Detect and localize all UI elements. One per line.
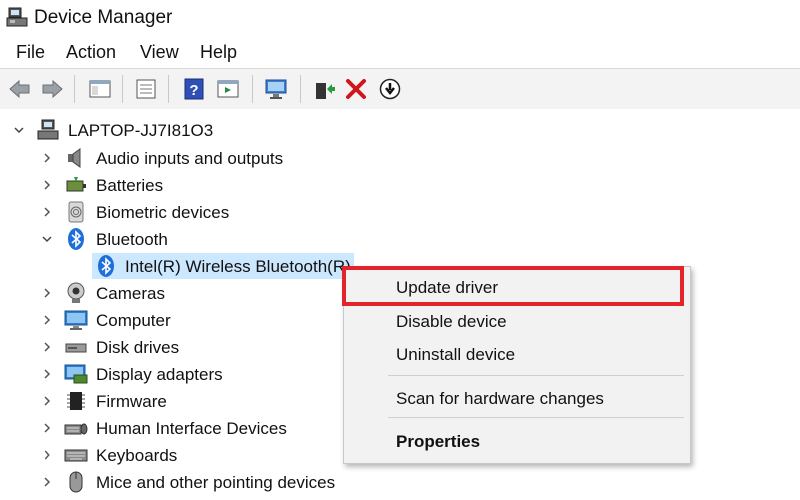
help-icon[interactable]: ? bbox=[182, 77, 206, 101]
toolbar-separator bbox=[74, 75, 75, 103]
context-separator bbox=[388, 375, 684, 376]
tree-item-label: Bluetooth bbox=[96, 230, 168, 249]
tree-item-intel-wireless-bluetooth[interactable]: Intel(R) Wireless Bluetooth(R) bbox=[0, 253, 400, 279]
battery-icon bbox=[66, 177, 86, 192]
back-arrow-icon[interactable] bbox=[8, 77, 32, 101]
tree-item-computer[interactable]: Computer bbox=[0, 307, 400, 333]
tree-item-mice[interactable]: Mice and other pointing devices bbox=[0, 469, 400, 495]
toolbar: ? bbox=[0, 68, 800, 110]
menu-view[interactable]: View bbox=[138, 42, 181, 63]
menu-file[interactable]: File bbox=[14, 42, 47, 63]
tree-item-cameras[interactable]: Cameras bbox=[0, 280, 400, 306]
keyboard-icon bbox=[64, 449, 88, 462]
tree-item-audio[interactable]: Audio inputs and outputs bbox=[0, 145, 400, 171]
disable-icon[interactable] bbox=[378, 77, 402, 101]
tree-item-firmware[interactable]: Firmware bbox=[0, 388, 400, 414]
show-hide-console-tree-icon[interactable] bbox=[88, 77, 112, 101]
tree-item-bluetooth[interactable]: Bluetooth bbox=[0, 226, 400, 252]
title-bar: Device Manager bbox=[0, 0, 800, 36]
tree-item-label: Batteries bbox=[96, 176, 164, 195]
hid-icon bbox=[64, 423, 88, 435]
tree-item-label: Cameras bbox=[96, 284, 165, 303]
menu-bar: File Action View Help bbox=[0, 36, 800, 68]
bluetooth-icon bbox=[98, 255, 114, 277]
chevron-right-icon[interactable] bbox=[40, 286, 54, 300]
chevron-right-icon[interactable] bbox=[40, 151, 54, 165]
uninstall-icon[interactable] bbox=[344, 77, 368, 101]
scan-hardware-icon[interactable] bbox=[264, 77, 288, 101]
chevron-down-icon[interactable] bbox=[40, 232, 54, 246]
computer-icon bbox=[37, 119, 59, 140]
chevron-right-icon[interactable] bbox=[40, 394, 54, 408]
tree-item-label: Intel(R) Wireless Bluetooth(R) bbox=[125, 257, 351, 276]
chip-icon bbox=[67, 392, 85, 410]
tree-item-label: Computer bbox=[96, 311, 171, 330]
menu-help[interactable]: Help bbox=[198, 42, 239, 63]
context-item-scan-hardware[interactable]: Scan for hardware changes bbox=[344, 384, 690, 414]
mouse-icon bbox=[69, 471, 83, 493]
chevron-right-icon[interactable] bbox=[40, 448, 54, 462]
tree-item-hid[interactable]: Human Interface Devices bbox=[0, 415, 400, 441]
context-item-disable-device[interactable]: Disable device bbox=[344, 307, 690, 337]
device-manager-app-icon bbox=[6, 7, 28, 27]
tree-item-label: Display adapters bbox=[96, 365, 223, 384]
tree-item-disk-drives[interactable]: Disk drives bbox=[0, 334, 400, 360]
chevron-down-icon[interactable] bbox=[12, 123, 26, 137]
chevron-right-icon[interactable] bbox=[40, 421, 54, 435]
chevron-right-icon[interactable] bbox=[40, 205, 54, 219]
update-driver-icon[interactable] bbox=[312, 77, 336, 101]
monitor-icon bbox=[64, 310, 88, 330]
window-title: Device Manager bbox=[34, 7, 173, 28]
chevron-right-icon[interactable] bbox=[40, 178, 54, 192]
context-item-label: Scan for hardware changes bbox=[396, 389, 604, 408]
chevron-right-icon[interactable] bbox=[40, 313, 54, 327]
bluetooth-icon bbox=[68, 228, 84, 250]
context-item-label: Properties bbox=[396, 432, 481, 451]
action-pane-icon[interactable] bbox=[216, 77, 240, 101]
tree-item-batteries[interactable]: Batteries bbox=[0, 172, 400, 198]
chevron-right-icon[interactable] bbox=[40, 340, 54, 354]
chevron-right-icon[interactable] bbox=[40, 367, 54, 381]
tree-item-biometric[interactable]: Biometric devices bbox=[0, 199, 400, 225]
speaker-icon bbox=[68, 148, 81, 168]
tree-item-label: Audio inputs and outputs bbox=[96, 149, 284, 168]
display-adapter-icon bbox=[64, 364, 88, 384]
context-item-label: Disable device bbox=[396, 312, 507, 331]
tree-item-display-adapters[interactable]: Display adapters bbox=[0, 361, 400, 387]
tree-item-keyboards[interactable]: Keyboards bbox=[0, 442, 400, 468]
tree-item-label: Disk drives bbox=[96, 338, 180, 357]
toolbar-separator bbox=[300, 75, 301, 103]
camera-icon bbox=[67, 282, 85, 303]
tree-root[interactable]: LAPTOP-JJ7I81O3 bbox=[0, 117, 400, 143]
tree-item-label: Human Interface Devices bbox=[96, 419, 287, 438]
tree-item-label: Biometric devices bbox=[96, 203, 230, 222]
forward-arrow-icon[interactable] bbox=[40, 77, 64, 101]
toolbar-separator bbox=[168, 75, 169, 103]
tree-item-label: Mice and other pointing devices bbox=[96, 473, 336, 492]
disk-drive-icon bbox=[65, 343, 87, 353]
svg-text:?: ? bbox=[189, 82, 198, 99]
menu-action[interactable]: Action bbox=[64, 42, 118, 63]
context-item-label: Uninstall device bbox=[396, 345, 516, 364]
properties-icon[interactable] bbox=[134, 77, 158, 101]
toolbar-separator bbox=[252, 75, 253, 103]
fingerprint-icon bbox=[68, 201, 84, 223]
context-item-uninstall-device[interactable]: Uninstall device bbox=[344, 340, 690, 370]
context-separator bbox=[388, 417, 684, 418]
context-item-properties[interactable]: Properties bbox=[344, 427, 690, 457]
chevron-right-icon[interactable] bbox=[40, 475, 54, 489]
toolbar-separator bbox=[122, 75, 123, 103]
tree-root-label: LAPTOP-JJ7I81O3 bbox=[68, 121, 214, 140]
tree-item-label: Firmware bbox=[96, 392, 167, 411]
update-driver-highlight-box bbox=[342, 266, 684, 306]
tree-item-label: Keyboards bbox=[96, 446, 178, 465]
